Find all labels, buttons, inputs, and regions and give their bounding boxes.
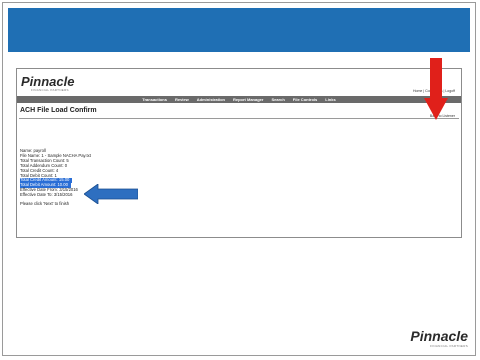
nav-report-manager[interactable]: Report Manager [233, 97, 263, 102]
nav-administration[interactable]: Administration [197, 97, 225, 102]
file-details: Name: payroll File Name: 1 - Sample NACH… [20, 148, 91, 207]
nav-review[interactable]: Review [175, 97, 189, 102]
finish-instruction: Please click 'Next' to finish [20, 201, 70, 207]
blue-left-arrow-icon [84, 184, 138, 204]
red-down-arrow-icon [424, 58, 448, 120]
app-screenshot: Pinnacle FINANCIAL PARTNERS Home | Conta… [16, 68, 462, 238]
nav-transactions[interactable]: Transactions [142, 97, 167, 102]
nav-file-controls[interactable]: File Controls [293, 97, 317, 102]
app-logo: Pinnacle [21, 74, 75, 89]
title-divider [19, 118, 459, 119]
footer-logo-tagline: FINANCIAL PARTNERS [430, 344, 468, 348]
footer-logo: Pinnacle [410, 328, 468, 344]
nav-search[interactable]: Search [271, 97, 284, 102]
page-title: ACH File Load Confirm [20, 107, 97, 114]
slide-title-banner [8, 8, 470, 52]
main-nav: Transactions Review Administration Repor… [17, 96, 461, 103]
detail-effective-date-to: Effective Date To: 3/15/2016 [20, 192, 73, 198]
app-logo-tagline: FINANCIAL PARTNERS [31, 88, 69, 92]
nav-links[interactable]: Links [325, 97, 335, 102]
